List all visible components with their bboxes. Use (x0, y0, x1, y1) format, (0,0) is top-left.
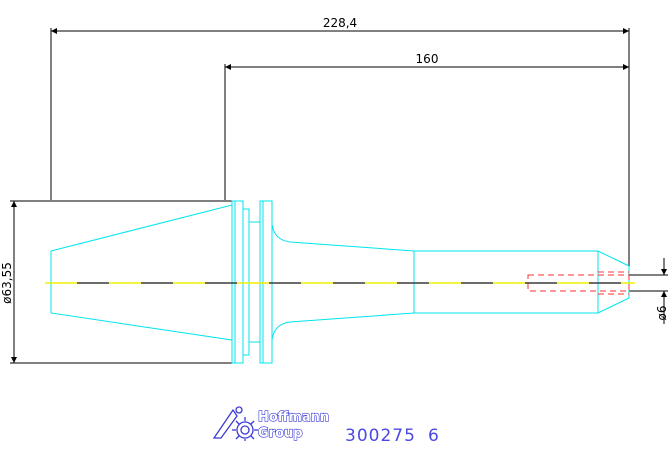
logo-line-2: Group (258, 426, 303, 441)
logo-emblem (212, 406, 258, 441)
logo-line-1: Hoffmann (258, 410, 329, 425)
part-suffix: 6 (428, 426, 440, 446)
bore-diameter-label: ø6 (655, 306, 669, 321)
taper-cone (50, 204, 233, 341)
technical-drawing: 228,4 160 ø63,55 ø6 Hoffmann Group 30027… (0, 16, 669, 446)
flange-diameter-dimension: ø63,55 (0, 200, 232, 364)
overall-length-dimension: 228,4 (50, 16, 630, 268)
part-number: 300275 (345, 426, 416, 446)
flange-ring-1 (231, 200, 244, 364)
neck-shank-lower (271, 297, 630, 341)
flange-ring-2 (248, 221, 261, 343)
neck-shank-upper (271, 223, 630, 267)
hoffmann-group-logo: Hoffmann Group (212, 406, 330, 442)
overall-length-label: 228,4 (323, 16, 357, 30)
flange-ring-3 (259, 200, 273, 364)
shank-length-label: 160 (416, 52, 439, 66)
bore-diameter-dimension: ø6 (629, 258, 669, 324)
shank-length-dimension: 160 (224, 52, 629, 200)
flange-diameter-label: ø63,55 (0, 262, 14, 304)
tool-holder-outline (50, 200, 630, 364)
flange-ring-gap (242, 208, 250, 356)
